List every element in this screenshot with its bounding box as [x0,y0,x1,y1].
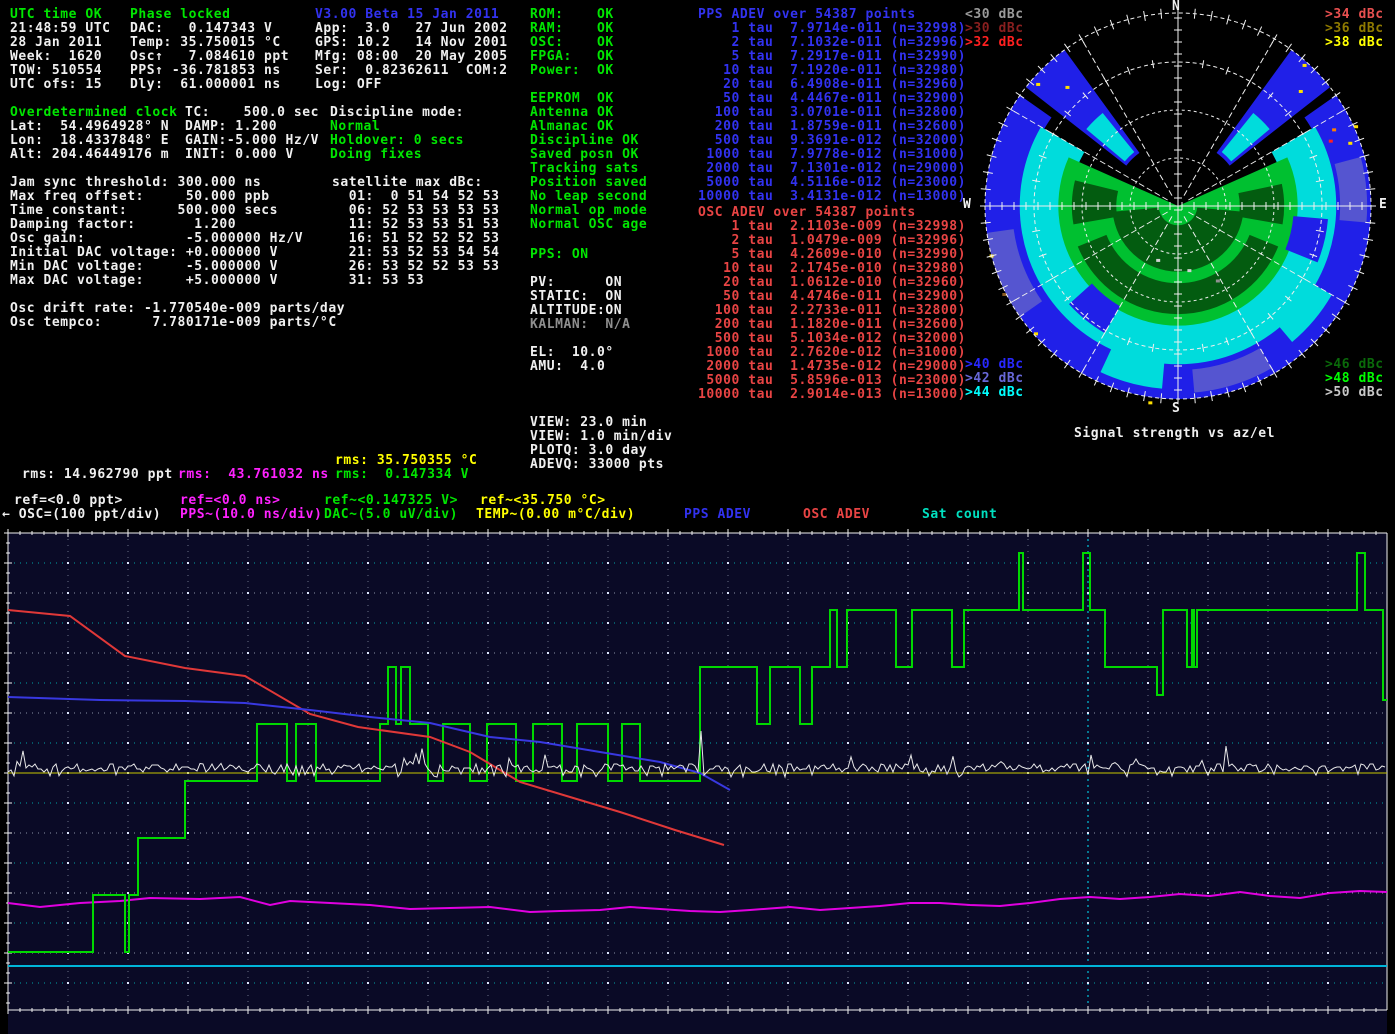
rms-temp: rms: 35.750355 °C [335,454,477,468]
lady-heather-window: UTC time OK 21:48:59 UTC 28 Jan 2011 Wee… [0,0,1395,1034]
dbc-legend-item: >34 dBc [1325,8,1384,22]
sat-max-dbc-header: satellite max dBc: [332,176,483,190]
dbc-legend-right-bottom: >46 dBc>48 dBc>50 dBc [1325,358,1384,400]
osc-adev-table: OSC ADEV over 54387 points 1 tau 2.1103e… [698,206,966,402]
clock-mode-header: Overdetermined clock [10,106,178,120]
osc-ref-label: ref=<0.0 ppt> [14,494,123,508]
dbc-legend-item: >44 dBc [965,386,1024,400]
version-header: V3.00 Beta 15 Jan 2011 [315,8,499,22]
dac-ref-label: ref~<0.147325 V> [324,494,458,508]
osc-scale-label: ← OSC=(100 ppt/div) [2,508,161,522]
dac-scale-label: DAC~(5.0 uV/div) [324,508,458,522]
el-amu-block: EL: 10.0° AMU: 4.0 [530,346,614,374]
signal-speck [1187,269,1191,272]
compass-west-label: W [963,198,971,212]
pps-adev-table: PPS ADEV over 54387 points 1 tau 7.9714e… [698,8,966,204]
rms-pps: rms: 43.761032 ns [178,468,329,482]
signal-speck [1299,90,1303,93]
pps-adev-plot-label: PPS ADEV [684,508,751,522]
dbc-legend-left-top: <30 dBc>30 dBc>32 dBc [965,8,1024,50]
compass-north-label: N [1172,0,1180,14]
dbc-legend-right-top: >34 dBc>36 dBc>38 dBc [1325,8,1384,50]
dbc-legend-item: >38 dBc [1325,36,1384,50]
discipline-mode-block: Normal Holdover: 0 secs Doing fixes [330,120,464,162]
signal-speck [1303,64,1307,67]
signal-speck [1216,279,1220,282]
dbc-legend-left-bottom: >40 dBc>42 dBc>44 dBc [965,358,1024,400]
signal-speck [1065,86,1069,89]
osc-params-block: Jam sync threshold: 300.000 ns Max freq … [10,176,303,288]
signal-speck [1002,293,1006,296]
kalman-state: KALMAN: N/A [530,318,631,332]
receiver-status-list: ROM: OK RAM: OK OSC: OK FPGA: OK Power: … [530,8,647,232]
compass-east-label: E [1379,198,1387,212]
signal-speck [1354,125,1358,128]
polar-plot [980,8,1376,404]
temp-scale-label: TEMP~(0.00 m°C/div) [476,508,635,522]
tc-damp-gain-block: TC: 500.0 sec DAMP: 1.200 GAIN:-5.000 Hz… [185,106,319,162]
dbc-legend-item: >50 dBc [1325,386,1384,400]
signal-speck [1348,142,1352,145]
phase-block: DAC: 0.147343 V Temp: 35.750015 °C Osc↑ … [130,22,289,92]
dbc-legend-item: >36 dBc [1325,22,1384,36]
discipline-mode-header: Discipline mode: [330,106,464,120]
compass-south-label: S [1172,402,1180,416]
dbc-legend-item: >48 dBc [1325,372,1384,386]
view-block: VIEW: 23.0 min VIEW: 1.0 min/div PLOTQ: … [530,416,672,472]
lat-lon-alt-block: Lat: 54.4964928° N Lon: 18.4337848° E Al… [10,120,169,162]
sat-count-plot-label: Sat count [922,508,997,522]
signal-speck [1332,128,1336,131]
dbc-legend-item: >46 dBc [1325,358,1384,372]
signal-speck [1036,83,1040,86]
osc-drift-block: Osc drift rate: -1.770540e-009 parts/day… [10,302,345,330]
dbc-legend-item: >32 dBc [965,36,1024,50]
dbc-legend-item: >30 dBc [965,22,1024,36]
osc-adev-plot-label: OSC ADEV [803,508,870,522]
time-block: 21:48:59 UTC 28 Jan 2011 Week: 1620 TOW:… [10,22,111,92]
phase-status-header: Phase locked [130,8,231,22]
rms-dac: rms: 0.147334 V [335,468,469,482]
pps-state: PPS: ON [530,248,589,262]
sat-max-dbc-table: 01: 0 51 54 52 53 06: 52 53 53 53 53 11:… [332,190,500,288]
signal-speck [1148,401,1152,404]
signal-speck [1156,259,1160,262]
polar-plot-title: Signal strength vs az/el [1074,427,1275,441]
dbc-legend-item: <30 dBc [965,8,1024,22]
signal-speck [1329,140,1333,143]
utc-status-header: UTC time OK [10,8,102,22]
dbc-legend-item: >40 dBc [965,358,1024,372]
version-block: App: 3.0 27 Jun 2002 GPS: 10.2 14 Nov 20… [315,22,508,92]
pv-block: PV: ON STATIC: ON ALTITUDE:ON [530,276,622,318]
dbc-legend-item: >42 dBc [965,372,1024,386]
pps-ref-label: ref=<0.0 ns> [180,494,281,508]
rms-osc: rms: 14.962790 ppt [22,468,173,482]
bottom-plot[interactable] [4,529,1387,1034]
temp-ref-label: ref~<35.750 °C> [480,494,606,508]
pps-scale-label: PPS~(10.0 ns/div) [180,508,322,522]
